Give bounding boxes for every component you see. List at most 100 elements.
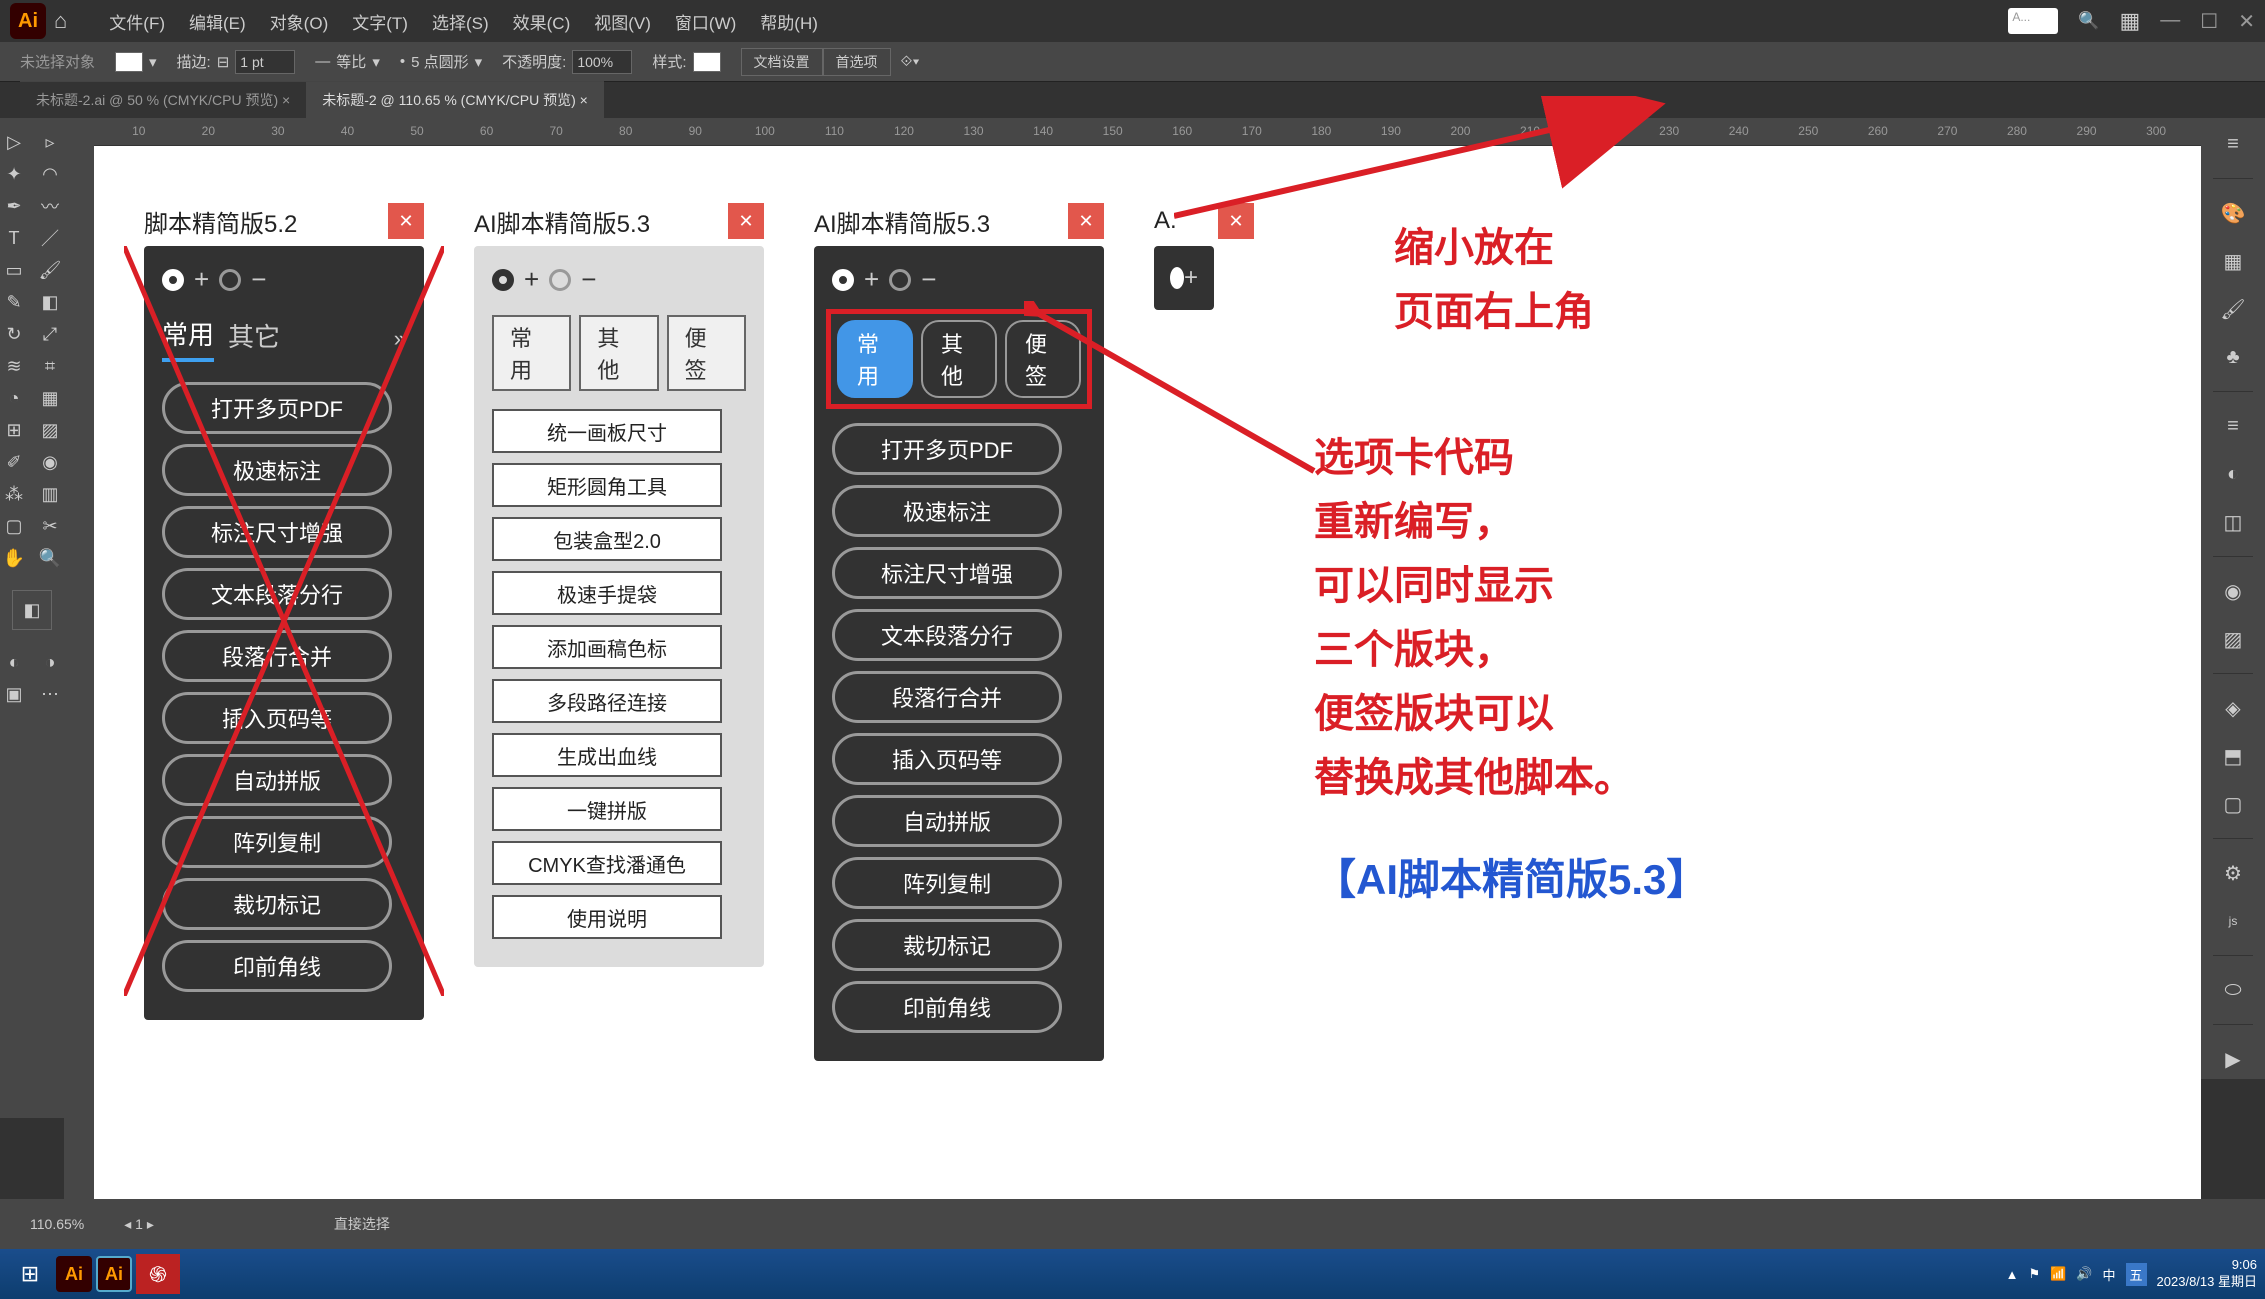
curvature-icon[interactable]: 〰 — [36, 192, 64, 220]
symbol-sprayer-icon[interactable]: ⁂ — [0, 480, 28, 508]
script-button[interactable]: CMYK查找潘通色 — [492, 841, 722, 885]
home-icon[interactable]: ⌂ — [54, 8, 67, 34]
script-button[interactable]: 极速标注 — [162, 444, 392, 496]
properties-panel-icon[interactable]: ≡ — [2213, 124, 2253, 164]
taskbar-ai-icon[interactable]: Ai — [56, 1256, 92, 1292]
menu-file[interactable]: 文件(F) — [109, 9, 165, 34]
artboard-nav[interactable]: ◂ 1 ▸ — [124, 1216, 154, 1233]
radio-icon[interactable] — [832, 269, 854, 291]
symbols-panel-icon[interactable]: ♣ — [2213, 337, 2253, 377]
tab-common[interactable]: 常用 — [492, 315, 571, 391]
tab-other[interactable]: 其它 — [228, 317, 280, 360]
script-button[interactable]: 印前角线 — [832, 981, 1062, 1033]
taskbar-clock[interactable]: 9:06 2023/8/13 星期日 — [2157, 1257, 2257, 1291]
fill-stroke-icon[interactable]: ◧ — [12, 590, 52, 630]
free-transform-icon[interactable]: ⌗ — [36, 352, 64, 380]
script-button[interactable]: 裁切标记 — [162, 878, 392, 930]
close-tab-icon[interactable]: × — [282, 92, 290, 108]
preferences-button[interactable]: 首选项 — [823, 48, 891, 76]
script-button[interactable]: 矩形圆角工具 — [492, 463, 722, 507]
radio-icon[interactable] — [549, 269, 571, 291]
shape-builder-icon[interactable]: ◔ — [0, 384, 28, 412]
tab-common[interactable]: 常用 — [162, 315, 214, 362]
script-button[interactable]: 裁切标记 — [832, 919, 1062, 971]
menu-effect[interactable]: 效果(C) — [513, 9, 571, 34]
maximize-button[interactable]: ☐ — [2200, 9, 2218, 34]
close-window-button[interactable]: ✕ — [2238, 9, 2255, 34]
artboards-panel-icon[interactable]: ▢ — [2213, 784, 2253, 824]
eyedropper-icon[interactable]: ✐ — [0, 448, 28, 476]
zoom-tool-icon[interactable]: 🔍 — [36, 544, 64, 572]
script-button[interactable]: 标注尺寸增强 — [162, 506, 392, 558]
script-button[interactable]: 自动拼版 — [832, 795, 1062, 847]
menu-help[interactable]: 帮助(H) — [760, 9, 818, 34]
menu-select[interactable]: 选择(S) — [432, 9, 489, 34]
js-panel-icon[interactable]: js — [2213, 901, 2253, 941]
script-button[interactable]: 极速手提袋 — [492, 571, 722, 615]
tab-common[interactable]: 常用 — [837, 320, 913, 398]
brushes-panel-icon[interactable]: 🖌 — [2213, 289, 2253, 329]
script-button[interactable]: 阵列复制 — [162, 816, 392, 868]
hand-tool-icon[interactable]: ✋ — [0, 544, 28, 572]
artboard-tool-icon[interactable]: ▢ — [0, 512, 28, 540]
layers-panel-icon[interactable]: ◈ — [2213, 688, 2253, 728]
script-button[interactable]: 添加画稿色标 — [492, 625, 722, 669]
script-button[interactable]: 段落行合并 — [832, 671, 1062, 723]
script-button[interactable]: 段落行合并 — [162, 630, 392, 682]
mesh-tool-icon[interactable]: ⊞ — [0, 416, 28, 444]
radio-icon[interactable] — [219, 269, 241, 291]
doc-setup-button[interactable]: 文档设置 — [741, 48, 823, 76]
artboard[interactable]: 脚本精简版5.2 ✕ +− 常用 其它 » 打开多页PDF 极速标注 标注尺寸增… — [94, 146, 2201, 1249]
radio-icon[interactable] — [1170, 267, 1184, 289]
search-icon[interactable]: 🔍 — [2078, 11, 2099, 31]
shaper-icon[interactable]: ✎ — [0, 288, 28, 316]
script-button[interactable]: 一键拼版 — [492, 787, 722, 831]
width-tool-icon[interactable]: ≋ — [0, 352, 28, 380]
doc-tab-1[interactable]: 未标题-2.ai @ 50 % (CMYK/CPU 预览) × — [20, 81, 306, 118]
radio-icon[interactable] — [492, 269, 514, 291]
perspective-icon[interactable]: ▦ — [36, 384, 64, 412]
fill-swatch[interactable] — [115, 52, 143, 72]
asset-export-panel-icon[interactable]: ⬒ — [2213, 736, 2253, 776]
scale-tool-icon[interactable]: ⤢ — [36, 320, 64, 348]
blend-tool-icon[interactable]: ◉ — [36, 448, 64, 476]
close-tab-icon[interactable]: × — [580, 92, 588, 108]
script-button[interactable]: 自动拼版 — [162, 754, 392, 806]
align-icon[interactable]: ⟐▾ — [901, 53, 920, 70]
menu-view[interactable]: 视图(V) — [594, 9, 651, 34]
ime-icon[interactable]: 中 — [2103, 1265, 2116, 1284]
play-icon[interactable]: ▶ — [2213, 1039, 2253, 1079]
script-button[interactable]: 生成出血线 — [492, 733, 722, 777]
start-button[interactable]: ⊞ — [8, 1254, 52, 1294]
script-button[interactable]: 标注尺寸增强 — [832, 547, 1062, 599]
script-button[interactable]: 使用说明 — [492, 895, 722, 939]
actions-panel-icon[interactable]: ⚙ — [2213, 853, 2253, 893]
graph-tool-icon[interactable]: ▥ — [36, 480, 64, 508]
line-tool-icon[interactable]: ／ — [36, 224, 64, 252]
ime-icon[interactable]: 五 — [2126, 1263, 2147, 1286]
magic-wand-icon[interactable]: ✦ — [0, 160, 28, 188]
stroke-panel-icon[interactable]: ≡ — [2213, 406, 2253, 446]
menu-edit[interactable]: 编辑(E) — [189, 9, 246, 34]
menu-window[interactable]: 窗口(W) — [675, 9, 736, 34]
tab-other[interactable]: 其他 — [579, 315, 658, 391]
lasso-icon[interactable]: ◠ — [36, 160, 64, 188]
rotate-tool-icon[interactable]: ↻ — [0, 320, 28, 348]
radio-icon[interactable] — [889, 269, 911, 291]
swatches-panel-icon[interactable]: ▦ — [2213, 241, 2253, 281]
close-button[interactable]: ✕ — [728, 203, 764, 239]
uniform-dropdown[interactable]: 等比 — [336, 51, 366, 72]
gradient-panel-icon[interactable]: ◐ — [2213, 454, 2253, 494]
corner-dropdown[interactable]: 5 点圆形 — [411, 51, 469, 72]
close-button[interactable]: ✕ — [388, 203, 424, 239]
script-button[interactable]: 文本段落分行 — [832, 609, 1062, 661]
network-icon[interactable]: 📶 — [2050, 1266, 2066, 1282]
script-button[interactable]: 印前角线 — [162, 940, 392, 992]
eraser-icon[interactable]: ◧ — [36, 288, 64, 316]
doc-tab-2[interactable]: 未标题-2 @ 110.65 % (CMYK/CPU 预览) × — [306, 81, 604, 118]
script-button[interactable]: 极速标注 — [832, 485, 1062, 537]
taskbar-app-icon[interactable]: ֍ — [136, 1254, 180, 1294]
tab-other[interactable]: 其他 — [921, 320, 997, 398]
pen-tool-icon[interactable]: ✒ — [0, 192, 28, 220]
radio-icon[interactable] — [162, 269, 184, 291]
